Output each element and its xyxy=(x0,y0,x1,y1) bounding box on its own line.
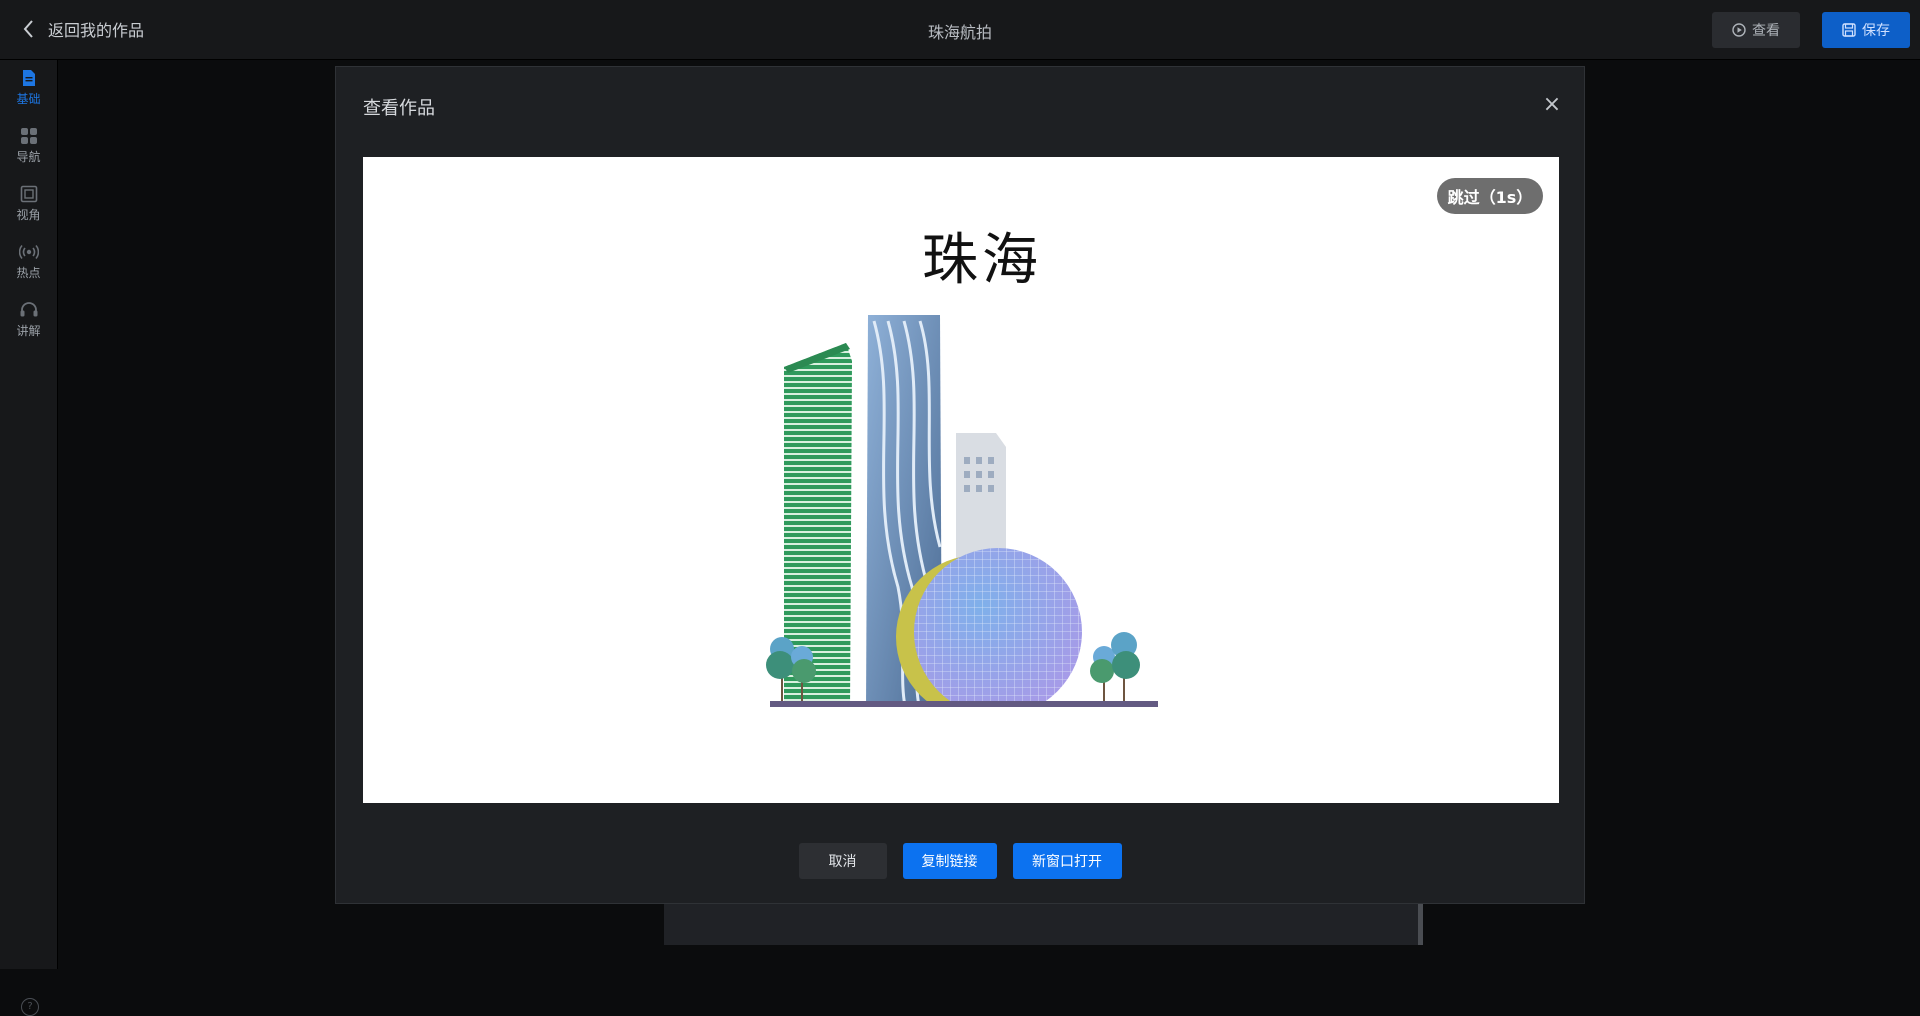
document-icon xyxy=(22,70,35,86)
dialog-footer: 取消 复制链接 新窗口打开 xyxy=(336,843,1584,879)
broadcast-icon xyxy=(18,244,39,260)
headset-icon xyxy=(20,302,37,317)
close-icon[interactable]: × xyxy=(1542,94,1562,116)
view-work-dialog: 查看作品 × 跳过（1s） 珠海 取消 复制链接 新窗口打开 xyxy=(335,66,1585,904)
dialog-title: 查看作品 xyxy=(363,98,435,119)
help-icon[interactable]: ? xyxy=(21,998,39,1016)
project-title: 珠海航拍 xyxy=(927,23,992,42)
sidebar-item-perspective[interactable]: 视角 xyxy=(0,185,57,223)
sidebar-item-label: 视角 xyxy=(16,208,41,222)
sidebar-item-narration[interactable]: 讲解 xyxy=(0,301,57,339)
sidebar-item-label: 导航 xyxy=(16,150,41,164)
copy-link-button[interactable]: 复制链接 xyxy=(902,843,997,879)
sidebar-item-label: 讲解 xyxy=(16,324,41,338)
city-name-title: 珠海 xyxy=(922,228,1042,293)
preview-frame: 跳过（1s） 珠海 xyxy=(363,157,1559,803)
image-frame-icon xyxy=(20,185,37,203)
sidebar-item-label: 基础 xyxy=(16,92,41,106)
view-button[interactable]: 查看 xyxy=(1712,12,1800,48)
sidebar-item-navigation[interactable]: 导航 xyxy=(0,127,57,165)
left-sidebar: 基础 导航 视角 热点 讲解 ? xyxy=(0,60,58,1016)
scrollbar[interactable] xyxy=(1418,900,1423,945)
city-skyline-illustration xyxy=(766,315,1158,707)
skip-button[interactable]: 跳过（1s） xyxy=(1437,178,1543,214)
save-label: 保存 xyxy=(1862,23,1890,39)
open-new-window-button[interactable]: 新窗口打开 xyxy=(1012,843,1122,879)
save-disk-icon xyxy=(1842,23,1856,37)
cancel-button[interactable]: 取消 xyxy=(798,843,887,879)
sidebar-item-basic[interactable]: 基础 xyxy=(0,69,57,107)
sidebar-item-hotspot[interactable]: 热点 xyxy=(0,243,57,281)
background-panel xyxy=(664,900,1423,945)
top-bar: 返回我的作品 珠海航拍 查看 保存 xyxy=(0,0,1920,60)
play-circle-icon xyxy=(1732,23,1746,37)
sidebar-item-label: 热点 xyxy=(16,266,41,280)
view-label: 查看 xyxy=(1752,23,1780,39)
save-button[interactable]: 保存 xyxy=(1822,12,1910,48)
grid-icon xyxy=(20,128,37,144)
